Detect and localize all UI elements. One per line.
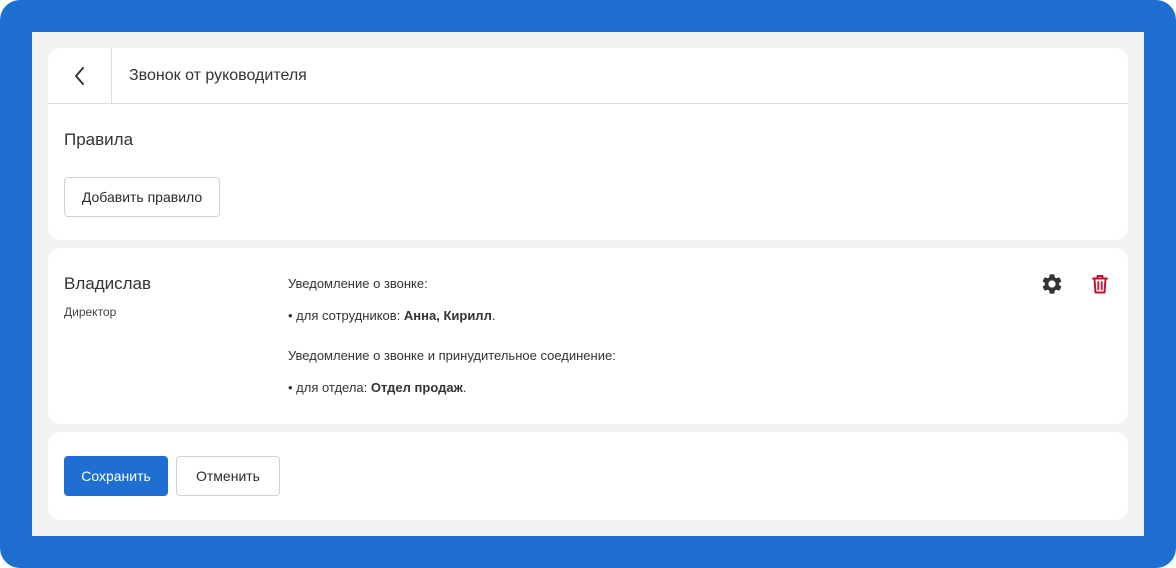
- content-area: Звонок от руководителя Правила Добавить …: [32, 32, 1144, 536]
- department-prefix: • для отдела:: [288, 380, 371, 395]
- rules-card: Звонок от руководителя Правила Добавить …: [48, 48, 1128, 240]
- page-header: Звонок от руководителя: [48, 48, 1128, 104]
- trash-icon: [1088, 272, 1112, 296]
- department-line: • для отдела: Отдел продаж.: [288, 380, 466, 395]
- employees-prefix: • для сотрудников:: [288, 308, 404, 323]
- department-value: Отдел продаж: [371, 380, 463, 395]
- employees-value: Анна, Кирилл: [404, 308, 492, 323]
- employees-suffix: .: [492, 308, 496, 323]
- save-button[interactable]: Сохранить: [64, 456, 168, 496]
- rule-person-name: Владислав: [64, 274, 151, 294]
- rule-delete-button[interactable]: [1088, 272, 1112, 296]
- actions-card: Сохранить Отменить: [48, 432, 1128, 520]
- section-title: Правила: [64, 130, 133, 150]
- rule-card: Владислав Директор Уведомление о звонке:…: [48, 248, 1128, 424]
- add-rule-button[interactable]: Добавить правило: [64, 177, 220, 217]
- page-title: Звонок от руководителя: [112, 67, 307, 85]
- forced-connection-title: Уведомление о звонке и принудительное со…: [288, 348, 616, 363]
- cancel-button[interactable]: Отменить: [176, 456, 280, 496]
- notification-title: Уведомление о звонке:: [288, 276, 428, 291]
- department-suffix: .: [463, 380, 467, 395]
- outer-frame: Звонок от руководителя Правила Добавить …: [0, 0, 1176, 568]
- rule-person-role: Директор: [64, 305, 116, 319]
- employees-line: • для сотрудников: Анна, Кирилл.: [288, 308, 495, 323]
- gear-icon: [1040, 272, 1064, 296]
- rule-settings-button[interactable]: [1040, 272, 1064, 296]
- chevron-left-icon: [73, 66, 87, 86]
- back-button[interactable]: [48, 48, 112, 104]
